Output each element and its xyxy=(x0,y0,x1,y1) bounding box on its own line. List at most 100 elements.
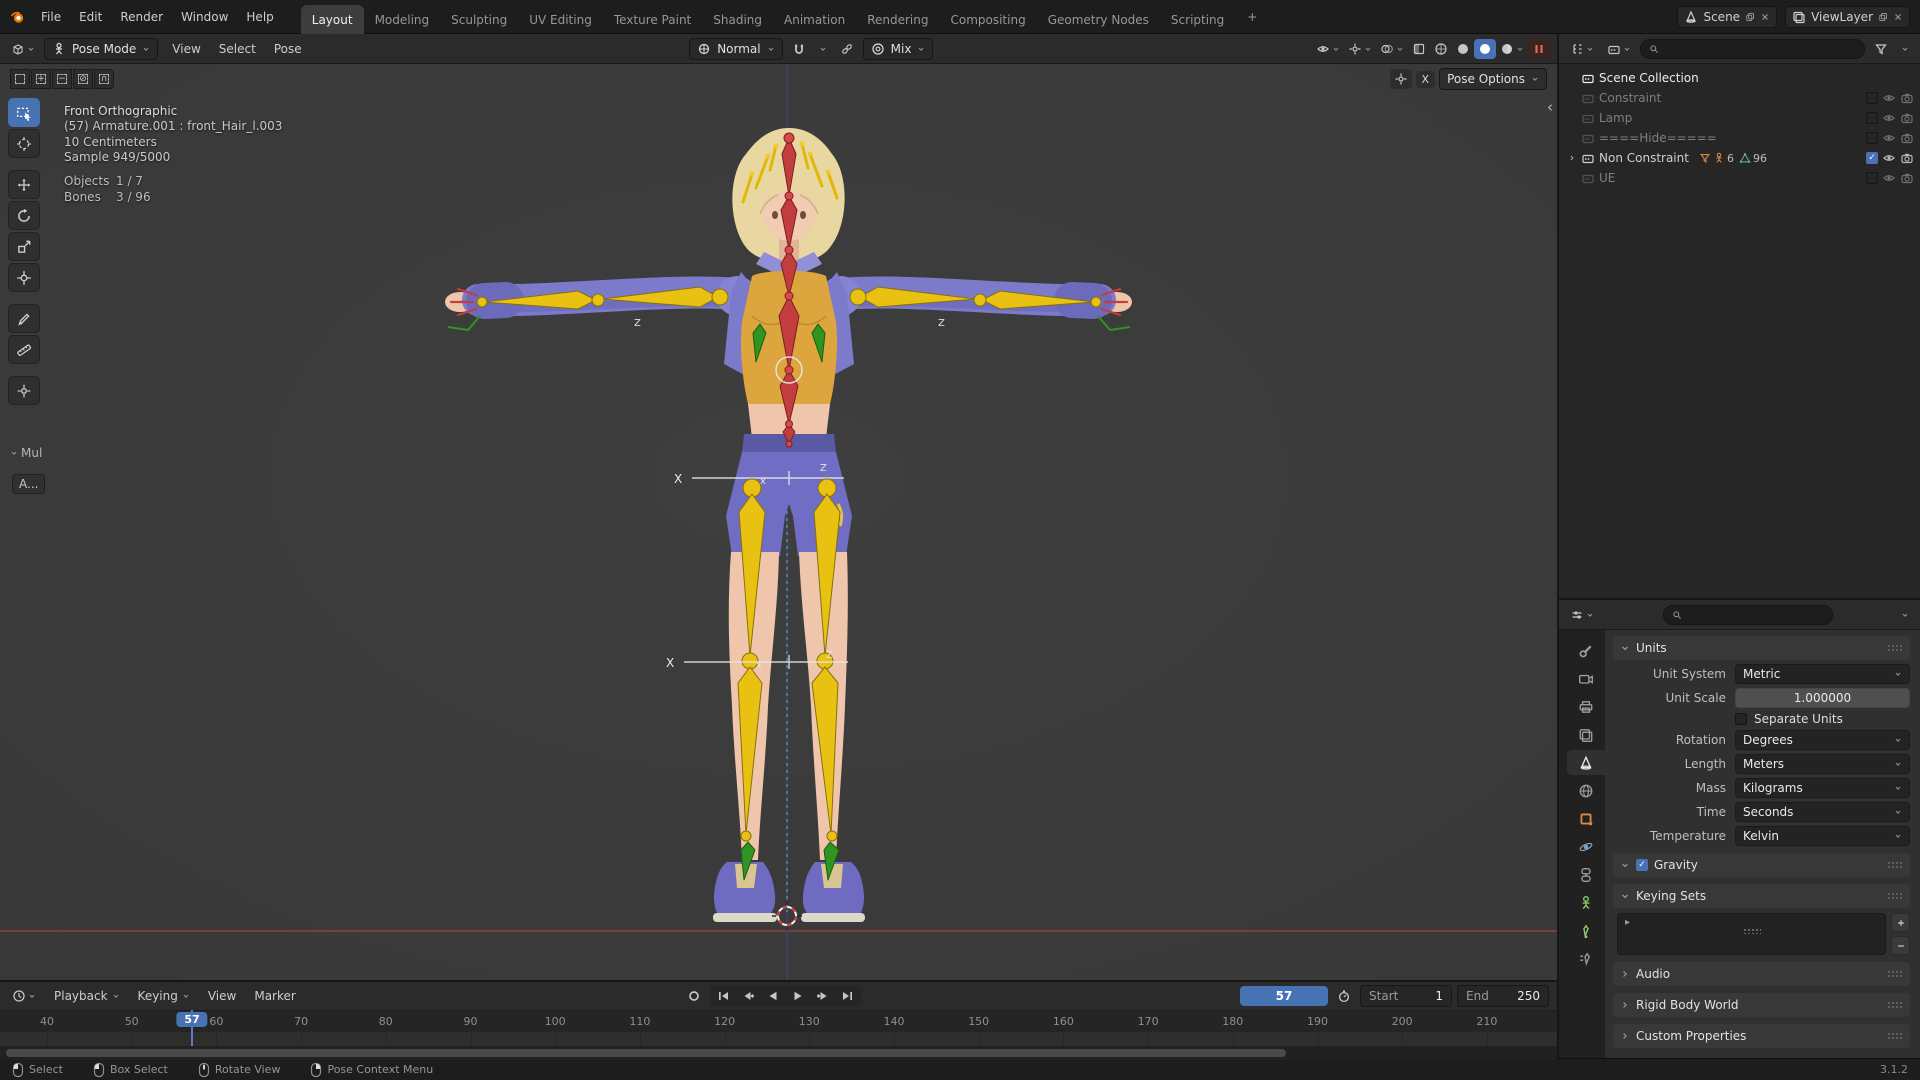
snap-toggle-button[interactable] xyxy=(788,39,810,59)
keying-sets-list[interactable]: ▸ xyxy=(1617,913,1886,955)
outliner-item-constraint[interactable]: Constraint xyxy=(1599,91,1661,105)
render-visibility-icon[interactable] xyxy=(1900,151,1914,165)
gizmo-widget-button[interactable] xyxy=(1389,69,1412,89)
select-mode-invert[interactable]: ⊘ xyxy=(73,69,93,89)
jump-to-end-button[interactable] xyxy=(836,986,860,1006)
gravity-checkbox[interactable] xyxy=(1636,859,1648,871)
exclude-checkbox[interactable] xyxy=(1866,172,1878,184)
menu-render[interactable]: Render xyxy=(111,6,172,28)
checkbox[interactable] xyxy=(1735,713,1747,725)
play-button[interactable] xyxy=(786,986,810,1006)
properties-tab-physics[interactable] xyxy=(1567,834,1605,859)
outliner-row[interactable]: ====Hide===== xyxy=(1559,128,1920,148)
pose-options-dropdown[interactable]: Pose Options xyxy=(1439,68,1547,90)
next-keyframe-button[interactable] xyxy=(811,986,835,1006)
menu-file[interactable]: File xyxy=(32,6,70,28)
panel-audio[interactable]: Audio xyxy=(1613,962,1910,986)
drag-grip-icon[interactable] xyxy=(1887,644,1903,652)
drag-grip-icon[interactable] xyxy=(1887,970,1903,978)
select-mode-extend[interactable]: + xyxy=(31,69,51,89)
exclude-checkbox[interactable] xyxy=(1866,132,1878,144)
select-box-tool[interactable] xyxy=(8,98,40,127)
viewport-canvas[interactable]: Z Z X x Z X x Z + − ⊘ ∩ X Pose Options F… xyxy=(0,64,1557,980)
mode-selector[interactable]: Pose Mode xyxy=(44,37,159,60)
add-workspace-button[interactable]: + xyxy=(1239,6,1265,28)
drag-grip-icon[interactable] xyxy=(1887,861,1903,869)
hide-eye-icon[interactable] xyxy=(1882,111,1896,125)
object-type-visibility-button[interactable] xyxy=(1312,39,1344,59)
proportional-editing-button[interactable] xyxy=(836,39,858,59)
expand-icon[interactable]: ▸ xyxy=(1625,917,1630,928)
playhead[interactable]: 57 xyxy=(176,1010,208,1046)
timeline-body[interactable] xyxy=(0,1032,1557,1046)
editor-type-button[interactable] xyxy=(8,986,40,1006)
outliner-item-non-constraint[interactable]: Non Constraint xyxy=(1599,151,1689,165)
menu-help[interactable]: Help xyxy=(237,6,282,28)
number-field[interactable]: 1.000000 xyxy=(1735,688,1910,708)
select-field[interactable]: Kilograms xyxy=(1735,778,1910,798)
exclude-checkbox[interactable] xyxy=(1866,92,1878,104)
workspace-tab-geometry-nodes[interactable]: Geometry Nodes xyxy=(1037,5,1160,34)
outliner-row[interactable]: UE xyxy=(1559,168,1920,188)
timeline-scrollbar[interactable] xyxy=(0,1046,1557,1060)
outliner-search-input[interactable] xyxy=(1664,41,1774,56)
filter-options-button[interactable] xyxy=(1897,42,1913,56)
snap-settings-button[interactable] xyxy=(815,42,831,56)
workspace-tab-layout[interactable]: Layout xyxy=(300,4,364,34)
editor-type-button[interactable] xyxy=(7,39,39,59)
remove-keying-set-button[interactable] xyxy=(1891,936,1910,955)
transform-orientation-selector[interactable]: Normal xyxy=(689,37,783,60)
shading-material-button[interactable] xyxy=(1474,38,1497,59)
select-mode-subtract[interactable]: − xyxy=(52,69,72,89)
panel-keying-sets[interactable]: Keying Sets xyxy=(1613,884,1910,908)
hide-eye-icon[interactable] xyxy=(1882,171,1896,185)
outliner-item-lamp[interactable]: Lamp xyxy=(1599,111,1632,125)
outliner-item-scene-collection[interactable]: Scene Collection xyxy=(1599,71,1699,85)
display-mode-button[interactable] xyxy=(1603,39,1635,59)
properties-search-input[interactable] xyxy=(1686,607,1797,622)
frame-ruler[interactable]: 40 50 60 70 80 90 100 110 120 130 140 150 160 170 180 1… xyxy=(0,1010,1557,1032)
new-view-layer-icon[interactable] xyxy=(1878,12,1888,22)
viewport-menu-view[interactable]: View xyxy=(163,38,209,60)
exclude-checkbox[interactable] xyxy=(1866,112,1878,124)
transform-tool[interactable] xyxy=(8,263,40,292)
workspace-tab-shading[interactable]: Shading xyxy=(702,5,773,34)
shading-rendered-button[interactable] xyxy=(1496,39,1528,59)
select-field[interactable]: Seconds xyxy=(1735,802,1910,822)
sidebar-collapsed-panel[interactable]: Mul xyxy=(10,446,42,460)
workspace-tab-uv-editing[interactable]: UV Editing xyxy=(518,5,603,34)
add-keying-set-button[interactable] xyxy=(1891,913,1910,932)
new-scene-icon[interactable] xyxy=(1745,12,1755,22)
workspace-tab-animation[interactable]: Animation xyxy=(773,5,856,34)
extra-tool[interactable] xyxy=(8,376,40,405)
drag-grip-icon[interactable] xyxy=(1887,1001,1903,1009)
properties-tab-scene[interactable] xyxy=(1567,750,1605,775)
properties-tab-object-data[interactable] xyxy=(1567,890,1605,915)
panel-custom-properties[interactable]: Custom Properties xyxy=(1613,1024,1910,1048)
gizmos-button[interactable] xyxy=(1344,39,1376,59)
hide-eye-icon[interactable] xyxy=(1882,91,1896,105)
timeline-menu-keying[interactable]: Keying xyxy=(129,985,199,1007)
properties-tab-constraints[interactable] xyxy=(1567,862,1605,887)
panel-units[interactable]: Units xyxy=(1613,636,1910,660)
select-field[interactable]: Kelvin xyxy=(1735,826,1910,846)
remove-view-layer-icon[interactable] xyxy=(1893,12,1903,22)
drag-grip-icon[interactable] xyxy=(1887,1032,1903,1040)
workspace-tab-texture-paint[interactable]: Texture Paint xyxy=(603,5,702,34)
overlays-button[interactable] xyxy=(1376,39,1408,59)
unlink-scene-icon[interactable] xyxy=(1760,12,1770,22)
pause-button[interactable] xyxy=(1528,38,1551,59)
auto-keying-button[interactable] xyxy=(683,986,705,1006)
properties-tab-render[interactable] xyxy=(1567,666,1605,691)
view-layer-selector[interactable]: ViewLayer xyxy=(1785,5,1910,28)
shading-wireframe-button[interactable] xyxy=(1430,39,1452,59)
scrollbar-thumb[interactable] xyxy=(6,1049,1286,1057)
editor-type-button[interactable] xyxy=(1566,605,1598,625)
panel-gravity[interactable]: Gravity xyxy=(1613,853,1910,877)
select-field[interactable]: Metric xyxy=(1735,664,1910,684)
workspace-tab-compositing[interactable]: Compositing xyxy=(939,5,1036,34)
properties-tab-bone-constraint[interactable] xyxy=(1567,946,1605,971)
properties-tab-view-layer[interactable] xyxy=(1567,722,1605,747)
render-visibility-icon[interactable] xyxy=(1900,131,1914,145)
current-frame-field[interactable]: 57 xyxy=(1240,986,1329,1006)
